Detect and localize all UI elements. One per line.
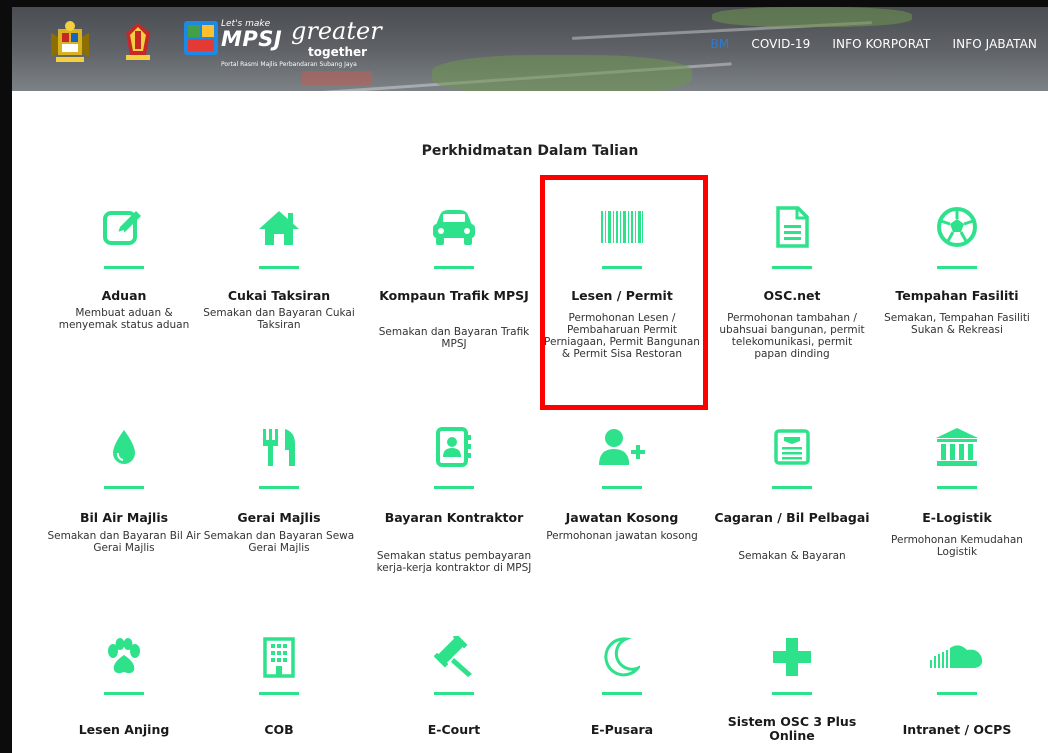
tile-title: OSC.net (763, 288, 821, 303)
tile-divider (937, 486, 977, 489)
site-header: Let's make MPSJ greater together Portal … (12, 7, 1048, 91)
section-title: Perkhidmatan Dalam Talian (421, 143, 639, 159)
brand-script: greater (291, 17, 382, 45)
tile-desc: Permohonan tambahan / ubahsuai bangunan,… (719, 312, 865, 360)
tile-divider (434, 692, 474, 695)
service-tile-e-logistik[interactable]: E-Logistik Permohonan Kemudahan Logistik (887, 422, 1027, 558)
tile-title: Gerai Majlis (237, 510, 321, 525)
tile-desc: Permohonan jawatan kosong (546, 530, 698, 542)
tile-title: Bil Air Majlis (79, 510, 169, 525)
tile-desc: Semakan dan Bayaran Bil Air Gerai Majlis (47, 530, 201, 554)
newspaper-icon (722, 422, 862, 472)
tile-divider (104, 266, 144, 269)
tile-divider (937, 266, 977, 269)
tile-divider (772, 486, 812, 489)
home-icon (209, 202, 349, 252)
selangor-crest-logo[interactable] (120, 19, 156, 67)
soccer-ball-icon (887, 202, 1027, 252)
document-icon (722, 202, 862, 252)
main-nav: BM COVID-19 INFO KORPORAT INFO JABATAN (700, 29, 1048, 59)
water-drop-icon (54, 422, 194, 472)
edit-icon (54, 202, 194, 252)
tile-desc: Semakan, Tempahan Fasiliti Sukan & Rekre… (884, 312, 1030, 336)
tile-divider (602, 692, 642, 695)
tile-title: COB (264, 722, 294, 737)
header-bg-grass (712, 7, 912, 27)
service-tile-osc-net[interactable]: OSC.net Permohonan tambahan / ubahsuai b… (719, 202, 865, 360)
header-bg-roof (302, 71, 372, 85)
service-tile-e-court[interactable]: E-Court (384, 632, 524, 737)
header-bg-grass (432, 55, 692, 91)
highlight-box (540, 175, 708, 410)
service-tile-kompaun-trafik[interactable]: Kompaun Trafik MPSJ Semakan dan Bayaran … (379, 202, 529, 350)
tile-divider (259, 266, 299, 269)
tile-divider (434, 266, 474, 269)
paw-icon (54, 632, 194, 682)
tile-title: Bayaran Kontraktor (384, 510, 524, 525)
tile-divider (937, 692, 977, 695)
soundcloud-icon (887, 632, 1027, 682)
tile-title: Aduan (101, 288, 147, 303)
tile-desc: Permohonan Kemudahan Logistik (891, 534, 1023, 558)
tile-divider (434, 486, 474, 489)
tile-title: E-Court (427, 722, 481, 737)
tile-title: Intranet / OCPS (902, 722, 1012, 737)
brand-name: MPSJ (221, 27, 283, 51)
window-frame-left (0, 0, 12, 753)
service-tile-bayaran-kontraktor[interactable]: Bayaran Kontraktor Semakan status pembay… (377, 422, 531, 574)
tile-divider (104, 486, 144, 489)
tile-desc: Membuat aduan & menyemak status aduan (58, 307, 190, 331)
brand-script-together: together (308, 45, 368, 59)
tile-desc: Semakan dan Bayaran Trafik MPSJ (378, 326, 530, 350)
service-tile-gerai-majlis[interactable]: Gerai Majlis Semakan dan Bayaran Sewa Ge… (204, 422, 354, 554)
nav-item-covid19[interactable]: COVID-19 (740, 29, 821, 59)
tile-title: Lesen Anjing (78, 722, 170, 737)
institution-icon (887, 422, 1027, 472)
car-icon (384, 202, 524, 252)
service-tile-intranet-ocps[interactable]: Intranet / OCPS (887, 632, 1027, 737)
mpsj-logo[interactable] (184, 21, 218, 59)
tile-desc: Semakan status pembayaran kerja-kerja ko… (376, 550, 532, 574)
tile-divider (772, 692, 812, 695)
service-tile-tempahan-fasiliti[interactable]: Tempahan Fasiliti Semakan, Tempahan Fasi… (884, 202, 1030, 336)
tile-title: E-Logistik (922, 510, 992, 525)
tile-title: Sistem OSC 3 Plus Online (727, 714, 857, 743)
moon-icon (552, 632, 692, 682)
service-tile-lesen-anjing[interactable]: Lesen Anjing (54, 632, 194, 737)
service-tile-bil-air-majlis[interactable]: Bil Air Majlis Semakan dan Bayaran Bil A… (47, 422, 201, 554)
gavel-icon (384, 632, 524, 682)
tile-desc: Semakan dan Bayaran Cukai Taksiran (203, 307, 355, 331)
service-tile-cob[interactable]: COB (209, 632, 349, 737)
tile-title: Cukai Taksiran (227, 288, 331, 303)
tile-desc: Semakan & Bayaran (738, 550, 846, 562)
service-tile-jawatan-kosong[interactable]: Jawatan Kosong Permohonan jawatan kosong (546, 422, 698, 542)
service-tile-sistem-osc-3-plus[interactable]: Sistem OSC 3 Plus Online (722, 632, 862, 743)
tile-divider (602, 486, 642, 489)
window-frame-top (0, 0, 1048, 7)
tile-title: Jawatan Kosong (565, 510, 679, 525)
service-tile-e-pusara[interactable]: E-Pusara (552, 632, 692, 737)
service-tile-aduan[interactable]: Aduan Membuat aduan & menyemak status ad… (54, 202, 194, 331)
tile-divider (259, 486, 299, 489)
nav-item-info-jabatan[interactable]: INFO JABATAN (941, 29, 1048, 59)
tile-title: Kompaun Trafik MPSJ (379, 288, 529, 303)
cutlery-icon (209, 422, 349, 472)
brand-subtitle: Portal Rasmi Majlis Perbandaran Subang J… (221, 61, 357, 68)
tile-title: Tempahan Fasiliti (895, 288, 1019, 303)
contact-book-icon (384, 422, 524, 472)
service-tile-cukai-taksiran[interactable]: Cukai Taksiran Semakan dan Bayaran Cukai… (203, 202, 355, 331)
malaysia-crest-logo[interactable] (48, 19, 92, 69)
nav-item-bm[interactable]: BM (700, 29, 741, 59)
tile-desc: Semakan dan Bayaran Sewa Gerai Majlis (203, 530, 355, 554)
user-add-icon (552, 422, 692, 472)
plus-icon (722, 632, 862, 682)
tile-title: Cagaran / Bil Pelbagai (714, 510, 870, 525)
tile-divider (104, 692, 144, 695)
tile-divider (259, 692, 299, 695)
tile-title: E-Pusara (590, 722, 654, 737)
nav-item-info-korporat[interactable]: INFO KORPORAT (821, 29, 941, 59)
service-tile-cagaran-bil-pelbagai[interactable]: Cagaran / Bil Pelbagai Semakan & Bayaran (714, 422, 870, 562)
building-icon (209, 632, 349, 682)
tile-divider (772, 266, 812, 269)
